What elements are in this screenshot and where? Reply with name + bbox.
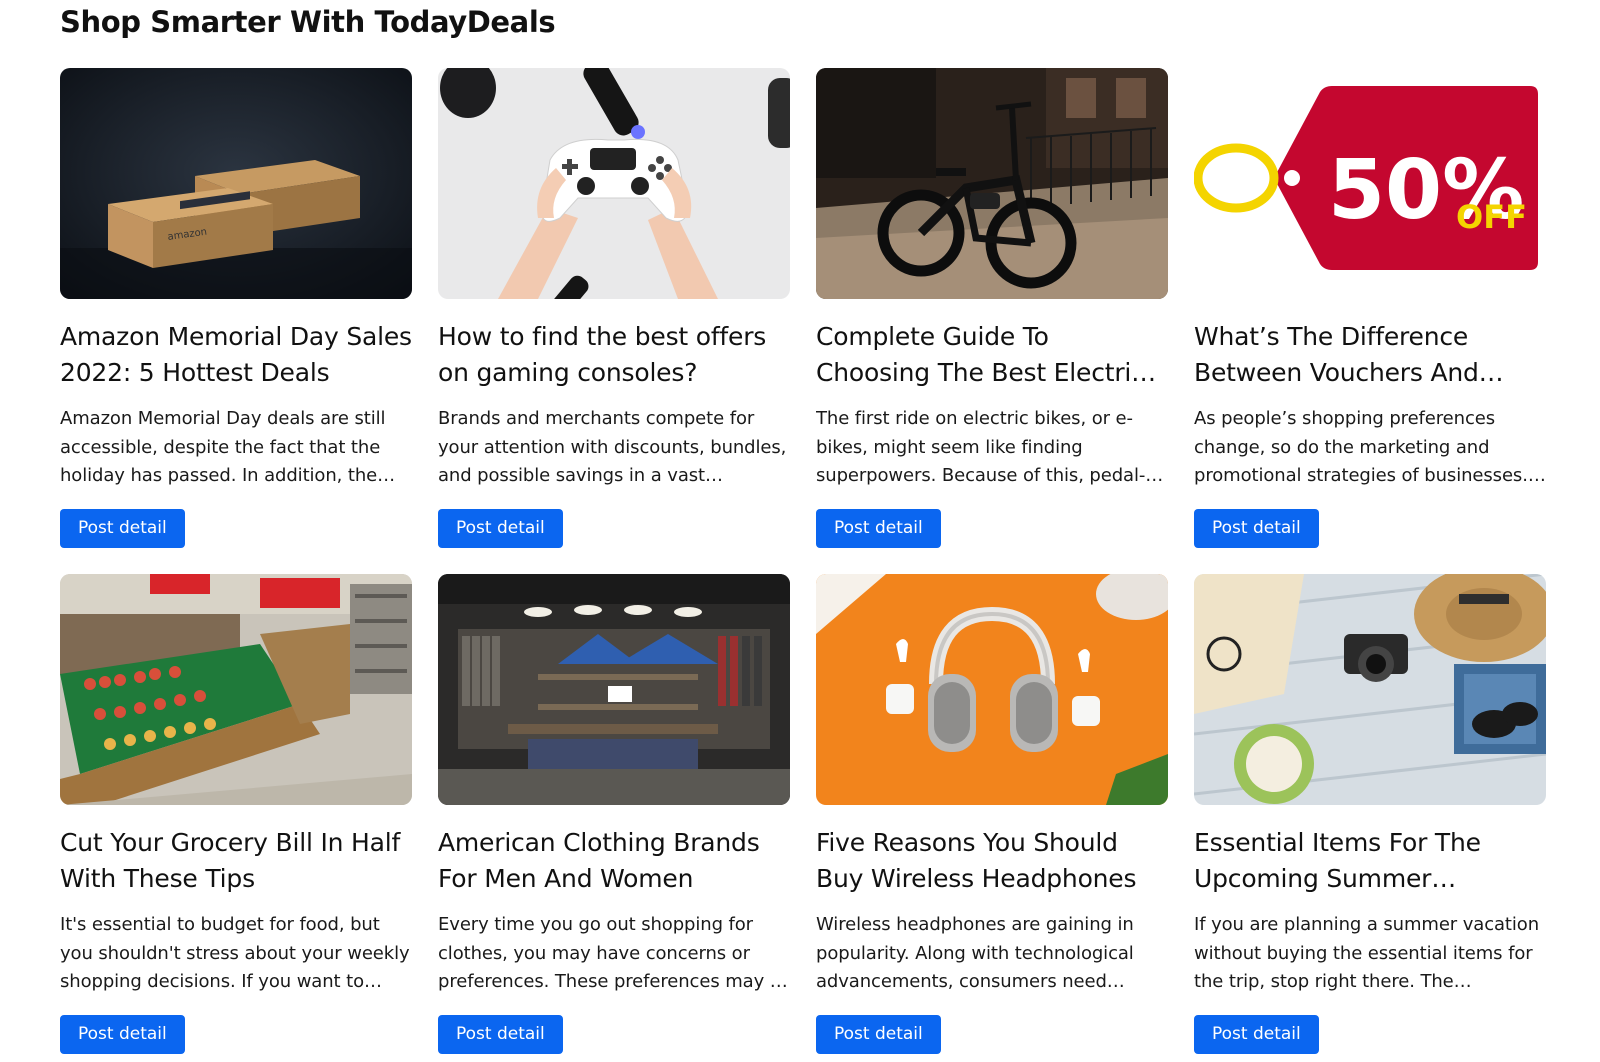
post-excerpt: Wireless headphones are gaining in popul…: [816, 914, 1134, 992]
post-grid: amazon Amazon Memorial Day Sales 2022: 5…: [60, 68, 1546, 1054]
post-image[interactable]: amazon: [60, 68, 412, 299]
post-title[interactable]: Amazon Memorial Day Sales 2022: 5 Hottes…: [60, 319, 412, 391]
post-detail-button[interactable]: Post detail: [438, 509, 563, 548]
post-title[interactable]: Complete Guide To Choosing The Best Elec…: [816, 319, 1168, 391]
grocery-store-image: [60, 574, 412, 805]
game-controller-image: [438, 68, 790, 299]
post-card: Essential Items For The Upcoming Summer …: [1194, 574, 1546, 1054]
section-title: Shop Smarter With TodayDeals: [60, 5, 556, 39]
post-image[interactable]: [816, 574, 1168, 805]
post-card: How to find the best offers on gaming co…: [438, 68, 790, 548]
post-excerpt: Amazon Memorial Day deals are still acce…: [60, 408, 396, 486]
post-card: amazon Amazon Memorial Day Sales 2022: 5…: [60, 68, 412, 548]
post-excerpt: Every time you go out shopping for cloth…: [438, 914, 788, 992]
post-detail-button[interactable]: Post detail: [1194, 509, 1319, 548]
page: Shop Smarter With TodayDeals amazon Amaz…: [0, 0, 1600, 1062]
post-detail-button[interactable]: Post detail: [816, 509, 941, 548]
post-card: 50% OFF What’s The Difference Between Vo…: [1194, 68, 1546, 548]
post-title[interactable]: How to find the best offers on gaming co…: [438, 319, 790, 391]
post-card: Cut Your Grocery Bill In Half With These…: [60, 574, 412, 1054]
post-card: American Clothing Brands For Men And Wom…: [438, 574, 790, 1054]
post-title[interactable]: American Clothing Brands For Men And Wom…: [438, 825, 790, 897]
post-detail-button[interactable]: Post detail: [816, 1015, 941, 1054]
post-image[interactable]: 50% OFF: [1194, 68, 1546, 299]
post-excerpt: As people’s shopping preferences change,…: [1194, 408, 1546, 486]
clothing-store-image: [438, 574, 790, 805]
post-title[interactable]: Cut Your Grocery Bill In Half With These…: [60, 825, 412, 897]
post-detail-button[interactable]: Post detail: [60, 509, 185, 548]
post-title[interactable]: Five Reasons You Should Buy Wireless Hea…: [816, 825, 1168, 897]
post-title[interactable]: What’s The Difference Between Vouchers A…: [1194, 319, 1546, 391]
post-excerpt: The first ride on electric bikes, or e-b…: [816, 408, 1164, 486]
post-excerpt: If you are planning a summer vacation wi…: [1194, 914, 1540, 992]
post-image[interactable]: [816, 68, 1168, 299]
post-card: Complete Guide To Choosing The Best Elec…: [816, 68, 1168, 548]
post-image[interactable]: [60, 574, 412, 805]
post-image[interactable]: [438, 574, 790, 805]
post-image[interactable]: [438, 68, 790, 299]
post-detail-button[interactable]: Post detail: [60, 1015, 185, 1054]
post-card: Five Reasons You Should Buy Wireless Hea…: [816, 574, 1168, 1054]
post-title[interactable]: Essential Items For The Upcoming Summer …: [1194, 825, 1546, 897]
post-excerpt: It's essential to budget for food, but y…: [60, 914, 410, 992]
headphones-image: [816, 574, 1168, 805]
post-detail-button[interactable]: Post detail: [1194, 1015, 1319, 1054]
post-detail-button[interactable]: Post detail: [438, 1015, 563, 1054]
amazon-boxes-image: amazon: [60, 68, 412, 299]
electric-bike-image: [816, 68, 1168, 299]
post-excerpt: Brands and merchants compete for your at…: [438, 408, 787, 486]
discount-tag-image: 50% OFF: [1194, 68, 1546, 299]
summer-items-image: [1194, 574, 1546, 805]
post-image[interactable]: [1194, 574, 1546, 805]
discount-off-label: OFF: [1456, 198, 1527, 236]
